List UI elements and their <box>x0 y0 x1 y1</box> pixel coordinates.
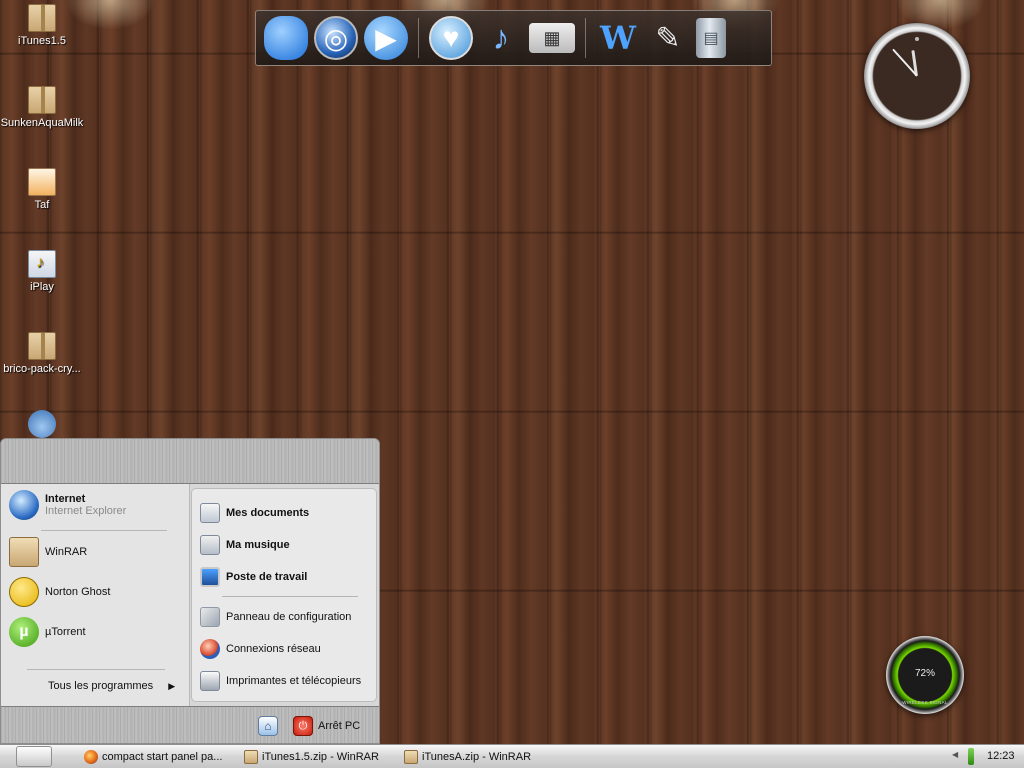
start-item-norton-ghost[interactable]: Norton Ghost <box>9 577 185 607</box>
wireless-caption: WIRELESS SIGNAL <box>902 700 948 705</box>
heart-app-icon[interactable]: ♥ <box>429 16 473 60</box>
place-label: Imprimantes et télécopieurs <box>226 675 362 687</box>
desktop-icon-label: iPlay <box>30 281 54 293</box>
start-item-text: Internet Internet Explorer <box>45 493 126 517</box>
all-programs-label: Tous les programmes <box>48 680 154 692</box>
dock-separator <box>418 18 419 58</box>
desktop-icon-taf[interactable]: Taf <box>0 168 84 211</box>
desktop-icon-itunes[interactable]: iTunes1.5 <box>0 4 84 47</box>
music-folder-icon <box>200 535 220 555</box>
network-connections-icon <box>200 639 220 659</box>
dock-separator <box>585 18 586 58</box>
winrar-icon <box>404 750 418 764</box>
desktop-icon-brico-pack[interactable]: brico-pack-cry... <box>0 332 84 375</box>
start-menu-body: Internet Internet Explorer WinRAR Norton… <box>1 484 379 706</box>
task-label: iTunesA.zip - WinRAR <box>422 751 532 763</box>
tray-expand-icon[interactable]: ◀ <box>952 750 958 759</box>
place-label: Panneau de configuration <box>226 611 352 623</box>
power-icon: ⏻ <box>298 720 308 732</box>
taskbar-clock[interactable]: 12:23 <box>987 750 1015 762</box>
norton-ghost-icon <box>9 577 39 607</box>
start-item-title: Norton Ghost <box>45 586 111 598</box>
shutdown-button[interactable]: ⏻ <box>293 716 313 736</box>
printer-icon <box>200 671 220 691</box>
place-label: Poste de travail <box>226 571 308 583</box>
taskbar: compact start panel pa... iTunes1.5.zip … <box>0 744 1024 768</box>
internet-explorer-icon <box>9 490 39 520</box>
start-item-utorrent[interactable]: µ µTorrent <box>9 617 185 647</box>
place-connexions-reseau[interactable]: Connexions réseau <box>200 639 372 659</box>
home-icon: ⌂ <box>264 719 272 733</box>
place-label: Mes documents <box>226 507 310 519</box>
arrow-right-icon: ▶ <box>168 681 176 691</box>
dock-bar: ◎ ▶ ♥ ♪ ▦ W ✎ ▤ <box>255 10 772 66</box>
control-panel-icon <box>200 607 220 627</box>
my-computer-icon <box>200 567 220 587</box>
taskbar-task-firefox[interactable]: compact start panel pa... <box>84 748 234 766</box>
utorrent-icon: µ <box>9 617 39 647</box>
all-programs-button[interactable]: Tous les programmes ▶ <box>48 680 175 692</box>
clock-tick <box>915 37 919 41</box>
start-item-winrar[interactable]: WinRAR <box>9 537 185 567</box>
archive-box-icon <box>28 4 56 32</box>
syringe-icon[interactable]: ✎ <box>646 16 690 60</box>
menu-divider <box>222 596 358 597</box>
start-item-title: Internet <box>45 493 86 505</box>
taskbar-task-winrar-2[interactable]: iTunesA.zip - WinRAR <box>404 748 554 766</box>
desktop-icon-label: iTunes1.5 <box>18 35 66 47</box>
desktop-icon-label: SunkenAquaMilk <box>0 117 84 129</box>
home-button[interactable]: ⌂ <box>258 716 278 736</box>
place-imprimantes[interactable]: Imprimantes et télécopieurs <box>200 671 372 691</box>
place-label: Connexions réseau <box>226 643 321 655</box>
music-file-icon <box>28 250 56 278</box>
finder-apple-icon[interactable] <box>264 16 308 60</box>
recycle-disc-icon <box>28 410 56 438</box>
winrar-icon <box>9 537 39 567</box>
place-label: Ma musique <box>226 539 290 551</box>
desktop-icon-sunkenaquamilk[interactable]: SunkenAquaMilk <box>0 86 84 129</box>
network-signal-icon[interactable] <box>968 748 974 765</box>
start-menu-programs-pane: Internet Internet Explorer WinRAR Norton… <box>1 484 190 706</box>
desktop-icon-label: Taf <box>34 199 50 211</box>
desktop-icon-label: brico-pack-cry... <box>3 363 81 375</box>
start-item-title: WinRAR <box>45 546 88 558</box>
desktop-icon-iplay[interactable]: iPlay <box>0 250 84 293</box>
task-label: iTunes1.5.zip - WinRAR <box>262 751 379 763</box>
browser-globe-icon[interactable]: ◎ <box>314 16 358 60</box>
start-item-internet[interactable]: Internet Internet Explorer <box>9 490 185 520</box>
word-processor-icon[interactable]: W <box>596 16 640 60</box>
video-chat-icon[interactable]: ▶ <box>364 16 408 60</box>
start-menu-footer: ⌂ ⏻ Arrêt PC <box>1 706 379 743</box>
wireless-signal-widget[interactable]: 72% WIRELESS SIGNAL <box>886 636 964 714</box>
place-mes-documents[interactable]: Mes documents <box>200 503 372 523</box>
archive-box-icon <box>28 86 56 114</box>
place-poste-de-travail[interactable]: Poste de travail <box>200 567 372 587</box>
shutdown-label[interactable]: Arrêt PC <box>318 720 360 732</box>
start-menu-header <box>1 439 379 484</box>
start-menu: Internet Internet Explorer WinRAR Norton… <box>0 438 380 744</box>
music-note-icon[interactable]: ♪ <box>479 16 523 60</box>
place-panneau-de-configuration[interactable]: Panneau de configuration <box>200 607 372 627</box>
documents-folder-icon <box>200 503 220 523</box>
desktop-icon-partial[interactable] <box>0 410 84 441</box>
trash-icon[interactable]: ▤ <box>696 18 726 58</box>
start-button[interactable] <box>16 746 52 767</box>
winrar-icon <box>244 750 258 764</box>
menu-divider <box>27 669 165 670</box>
firefox-icon <box>84 750 98 764</box>
analog-clock-widget[interactable] <box>864 23 970 129</box>
wireless-percent: 72% <box>914 668 935 679</box>
place-ma-musique[interactable]: Ma musique <box>200 535 372 555</box>
task-label: compact start panel pa... <box>102 751 223 763</box>
start-item-title: µTorrent <box>45 626 86 638</box>
taskbar-task-winrar-1[interactable]: iTunes1.5.zip - WinRAR <box>244 748 394 766</box>
archive-box-icon <box>28 332 56 360</box>
film-strip-icon[interactable]: ▦ <box>529 23 575 53</box>
start-menu-places-pane: Mes documents Ma musique Poste de travai… <box>191 488 377 702</box>
document-shortcut-icon <box>28 168 56 196</box>
start-item-subtitle: Internet Explorer <box>45 505 127 517</box>
menu-divider <box>41 530 167 531</box>
